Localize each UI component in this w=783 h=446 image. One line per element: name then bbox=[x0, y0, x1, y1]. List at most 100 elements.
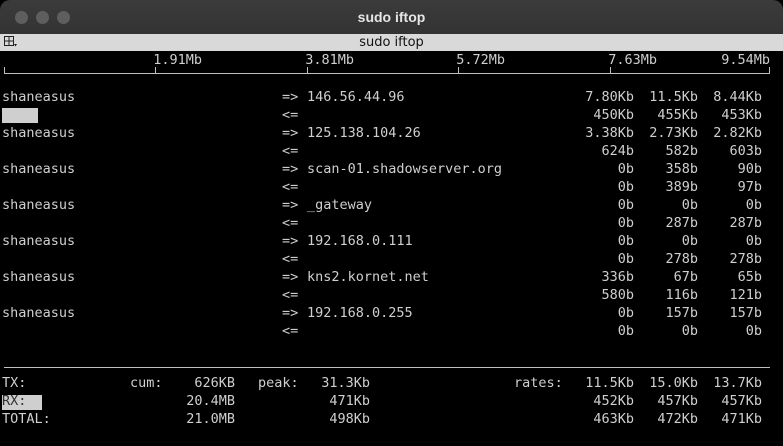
flow-traffic-bar bbox=[2, 108, 38, 123]
flow-host: shaneasus bbox=[2, 197, 76, 213]
flow-in-arrow: <= bbox=[282, 215, 299, 231]
flow-in-rate: 455Kb bbox=[657, 107, 698, 123]
scale-label: 7.63Mb bbox=[608, 52, 657, 68]
flow-host: shaneasus bbox=[2, 233, 76, 249]
flow-in-rate: 603b bbox=[729, 143, 762, 159]
flow-in-rate: 278b bbox=[729, 251, 762, 267]
flow-out-arrow: => bbox=[282, 233, 299, 249]
flow-out-rate: 0b bbox=[617, 161, 634, 177]
flow-out-rate: 157b bbox=[729, 305, 762, 321]
flow-in-rate: 582b bbox=[665, 143, 698, 159]
flow-peer: _gateway bbox=[307, 197, 373, 213]
flow-out-rate: 67b bbox=[673, 269, 698, 285]
flow-out-rate: 8.44Kb bbox=[713, 89, 762, 105]
flow-out-arrow: => bbox=[282, 269, 299, 285]
scale-tick bbox=[155, 67, 156, 74]
flow-in-arrow: <= bbox=[282, 323, 299, 339]
scale-tick bbox=[610, 67, 611, 74]
flow-in-rate: 450Kb bbox=[593, 107, 634, 123]
flow-host: shaneasus bbox=[2, 161, 76, 177]
flow-in-rate: 116b bbox=[665, 287, 698, 303]
flow-out-rate: 0b bbox=[681, 233, 698, 249]
scale-label: 9.54Mb bbox=[721, 52, 770, 68]
flow-peer: 146.56.44.96 bbox=[307, 89, 405, 105]
flow-out-rate: 90b bbox=[737, 161, 762, 177]
flow-in-rate: 0b bbox=[617, 323, 634, 339]
tx-peak: 31.3Kb bbox=[321, 375, 370, 391]
flow-out-rate: 65b bbox=[737, 269, 762, 285]
rates-label: rates: bbox=[514, 375, 563, 391]
flow-in-rate: 624b bbox=[601, 143, 634, 159]
flow-peer: scan-01.shadowserver.org bbox=[307, 161, 503, 177]
flow-host: shaneasus bbox=[2, 125, 76, 141]
flow-out-rate: 157b bbox=[665, 305, 698, 321]
flow-host: shaneasus bbox=[2, 89, 76, 105]
flow-in-arrow: <= bbox=[282, 107, 299, 123]
flow-out-rate: 0b bbox=[681, 197, 698, 213]
tx-rate-2s: 11.5Kb bbox=[585, 375, 634, 391]
peak-label: peak: bbox=[258, 375, 299, 391]
title-bar[interactable]: sudo iftop bbox=[0, 0, 783, 35]
scale-label: 5.72Mb bbox=[456, 52, 505, 68]
flow-out-arrow: => bbox=[282, 161, 299, 177]
flow-in-rate: 0b bbox=[617, 215, 634, 231]
total-rate-10s: 472Kb bbox=[657, 411, 698, 427]
flow-out-rate: 2.82Kb bbox=[713, 125, 762, 141]
flow-in-rate: 121b bbox=[729, 287, 762, 303]
flow-out-rate: 2.73Kb bbox=[649, 125, 698, 141]
flow-peer: 125.138.104.26 bbox=[307, 125, 421, 141]
cum-label: cum: bbox=[130, 375, 163, 391]
flow-in-arrow: <= bbox=[282, 287, 299, 303]
scale-label: 1.91Mb bbox=[153, 52, 202, 68]
flow-in-rate: 0b bbox=[617, 179, 634, 195]
tab-bar[interactable]: sudo iftop bbox=[0, 34, 783, 51]
flow-host: shaneasus bbox=[2, 269, 76, 285]
scale-label: 3.81Mb bbox=[305, 52, 354, 68]
total-peak: 498Kb bbox=[329, 411, 370, 427]
flow-host: shaneasus bbox=[2, 305, 76, 321]
window-title: sudo iftop bbox=[357, 9, 426, 25]
flow-in-rate: 0b bbox=[617, 251, 634, 267]
flow-out-arrow: => bbox=[282, 89, 299, 105]
flow-in-rate: 287b bbox=[729, 215, 762, 231]
scale-tick bbox=[769, 67, 770, 74]
flow-out-rate: 3.38Kb bbox=[585, 125, 634, 141]
total-rate-40s: 471Kb bbox=[721, 411, 762, 427]
rx-rate-40s: 457Kb bbox=[721, 393, 762, 409]
flow-in-rate: 278b bbox=[665, 251, 698, 267]
flow-in-rate: 97b bbox=[737, 179, 762, 195]
flow-out-arrow: => bbox=[282, 197, 299, 213]
flow-in-rate: 453Kb bbox=[721, 107, 762, 123]
flow-out-rate: 336b bbox=[601, 269, 634, 285]
flow-out-rate: 0b bbox=[745, 233, 762, 249]
rx-peak: 471Kb bbox=[329, 393, 370, 409]
flow-in-rate: 0b bbox=[745, 323, 762, 339]
flow-out-arrow: => bbox=[282, 125, 299, 141]
flow-out-rate: 7.80Kb bbox=[585, 89, 634, 105]
scale-tick bbox=[307, 67, 308, 74]
flow-out-arrow: => bbox=[282, 305, 299, 321]
flow-in-arrow: <= bbox=[282, 251, 299, 267]
rx-rate-2s: 452Kb bbox=[593, 393, 634, 409]
tx-rate-10s: 15.0Kb bbox=[649, 375, 698, 391]
rx-cum: 20.4MB bbox=[186, 393, 235, 409]
tx-rate-40s: 13.7Kb bbox=[713, 375, 762, 391]
flow-out-rate: 0b bbox=[617, 233, 634, 249]
scale-axis bbox=[4, 73, 770, 74]
flow-in-rate: 389b bbox=[665, 179, 698, 195]
tab-title: sudo iftop bbox=[359, 35, 424, 50]
flow-in-rate: 0b bbox=[681, 323, 698, 339]
flow-in-rate: 287b bbox=[665, 215, 698, 231]
rx-label: RX: bbox=[2, 393, 27, 409]
scale-tick bbox=[4, 67, 5, 74]
tx-cum: 626KB bbox=[194, 375, 235, 391]
flow-in-arrow: <= bbox=[282, 179, 299, 195]
iftop-display[interactable]: 1.91Mb 3.81Mb 5.72Mb 7.63Mb 9.54Mb shane… bbox=[0, 51, 783, 446]
flow-in-rate: 580b bbox=[601, 287, 634, 303]
total-label: TOTAL: bbox=[2, 411, 51, 427]
total-cum: 21.0MB bbox=[186, 411, 235, 427]
total-rate-2s: 463Kb bbox=[593, 411, 634, 427]
flow-out-rate: 11.5Kb bbox=[649, 89, 698, 105]
terminal-window: sudo iftop sudo iftop 1.91Mb 3.81Mb 5.72… bbox=[0, 0, 783, 446]
tx-label: TX: bbox=[2, 375, 27, 391]
